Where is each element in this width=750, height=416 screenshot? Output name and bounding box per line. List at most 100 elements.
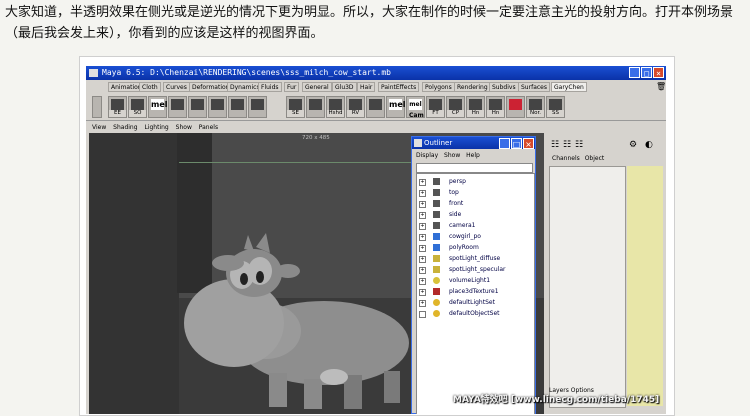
- outliner-item-camera1[interactable]: + camera1: [417, 220, 534, 231]
- outliner-window: Outliner _ □ × Display Show Help + persp + t…: [411, 136, 536, 414]
- viewport-menu-lighting[interactable]: Lighting: [144, 124, 168, 131]
- outliner-item-side[interactable]: + side: [417, 209, 534, 220]
- outliner-minimize-button[interactable]: _: [499, 138, 510, 149]
- outliner-item-place3dtexture1[interactable]: + place3dTexture1: [417, 286, 534, 297]
- set-icon: [433, 310, 440, 317]
- shelf-button-hn-2[interactable]: Hn: [486, 96, 505, 118]
- shelf-button-nor[interactable]: Nor.: [526, 96, 545, 118]
- camera-icon: [433, 211, 440, 218]
- channel-menu-channels[interactable]: Channels: [552, 155, 580, 162]
- shelf-button-20[interactable]: [506, 96, 525, 118]
- outliner-item-cowgirl-po[interactable]: + cowgirl_po: [417, 231, 534, 242]
- outliner-titlebar: Outliner _ □ ×: [412, 137, 535, 149]
- shelf-button-6[interactable]: [208, 96, 227, 118]
- spotlight-icon: [433, 255, 440, 262]
- viewport-menu-shading[interactable]: Shading: [113, 124, 137, 131]
- resolution-gate-label: 720 x 485: [302, 135, 330, 141]
- outliner-maximize-button[interactable]: □: [511, 138, 522, 149]
- shelf-button-rv[interactable]: RV: [346, 96, 365, 118]
- viewport-menu: View Shading Lighting Show Panels: [89, 123, 544, 133]
- set-icon: [433, 299, 440, 306]
- shelf-button-cp[interactable]: CP: [446, 96, 465, 118]
- mesh-icon: [433, 244, 440, 251]
- shelf-button-8[interactable]: [248, 96, 267, 118]
- outliner-list: + persp + top + front + side + camera1 + cowgi…: [416, 173, 535, 414]
- shelf-tab-polygons[interactable]: Polygons: [422, 82, 455, 92]
- shelf-icons: EE SO mel SE Hshd RV mel mel Cam FT CP H…: [86, 94, 666, 121]
- outliner-menu-display[interactable]: Display: [416, 152, 438, 159]
- shelf-button-4[interactable]: [168, 96, 187, 118]
- outliner-menu-help[interactable]: Help: [466, 152, 480, 159]
- shelf-button-7[interactable]: [228, 96, 247, 118]
- close-button[interactable]: ×: [653, 67, 664, 78]
- maya-window: Maya 6.5: D:\Chenzai\RENDERING\scenes\ss…: [86, 66, 666, 414]
- shelf-button-ss[interactable]: SS: [546, 96, 565, 118]
- shelf-tab-curves[interactable]: Curves: [163, 82, 190, 92]
- channel-box-menu: Channels Object: [549, 154, 666, 164]
- shelf-button-hshd[interactable]: Hshd: [326, 96, 345, 118]
- maximize-button[interactable]: □: [641, 67, 652, 78]
- shelf-tab-fur[interactable]: Fur: [284, 82, 300, 92]
- spotlight-icon: [433, 266, 440, 273]
- shelf-button-hn[interactable]: Hn: [466, 96, 485, 118]
- viewport-menu-view[interactable]: View: [92, 124, 106, 131]
- channel-box: ☷ ☷ ☷ ⚙ ◐ Channels Object Layers Options: [549, 138, 666, 414]
- outliner-filter-field[interactable]: [416, 163, 533, 173]
- camera-icon: [433, 200, 440, 207]
- trash-icon[interactable]: 🗑: [654, 82, 666, 92]
- camera-icon: [433, 222, 440, 229]
- shelf-button-13[interactable]: [366, 96, 385, 118]
- shelf-tab-general[interactable]: General: [302, 82, 332, 92]
- minimize-button[interactable]: _: [629, 67, 640, 78]
- shelf-tab-deformation[interactable]: Deformation: [189, 82, 233, 92]
- mesh-icon: [433, 233, 440, 240]
- outliner-menu-show[interactable]: Show: [444, 152, 460, 159]
- shelf-tab-garychen[interactable]: GaryChen: [551, 82, 587, 92]
- shelf-tab-surfaces[interactable]: Surfaces: [518, 82, 550, 92]
- layout-icon-3[interactable]: ☷: [575, 140, 583, 150]
- outliner-close-button[interactable]: ×: [523, 138, 534, 149]
- outliner-item-defaultlightset[interactable]: + defaultLightSet: [417, 297, 534, 308]
- outliner-item-spotlight-diffuse[interactable]: + spotLight_diffuse: [417, 253, 534, 264]
- shelf-button-se[interactable]: SE: [286, 96, 305, 118]
- shelf-button-ft[interactable]: FT: [426, 96, 445, 118]
- outliner-item-spotlight-specular[interactable]: + spotLight_specular: [417, 264, 534, 275]
- shelf-button-mel-2[interactable]: mel: [386, 96, 406, 118]
- attribute-editor-icon[interactable]: ⚙: [629, 140, 637, 150]
- window-title: Maya 6.5: D:\Chenzai\RENDERING\scenes\ss…: [102, 68, 391, 77]
- tool-settings-icon[interactable]: ◐: [645, 140, 653, 150]
- shelf-button-ee[interactable]: EE: [108, 96, 127, 118]
- outliner-item-defaultobjectset[interactable]: defaultObjectSet: [417, 308, 534, 319]
- camera-icon: [433, 178, 440, 185]
- outliner-item-persp[interactable]: + persp: [417, 176, 534, 187]
- shelf-button-mel[interactable]: mel: [148, 96, 168, 118]
- shelf-button-5[interactable]: [188, 96, 207, 118]
- outliner-item-front[interactable]: + front: [417, 198, 534, 209]
- shelf-menu-arrow-icon[interactable]: [92, 96, 102, 118]
- channel-menu-object[interactable]: Object: [585, 155, 605, 162]
- shelf-tab-glu3d[interactable]: Glu3D: [332, 82, 357, 92]
- layout-icon-2[interactable]: ☷: [563, 140, 571, 150]
- layout-icon[interactable]: ☷: [551, 140, 559, 150]
- shelf-tab-hair[interactable]: Hair: [357, 82, 376, 92]
- shelf-tabs: Animation Cloth Curves Deformation Dynam…: [86, 81, 666, 93]
- shelf-button-10[interactable]: [306, 96, 325, 118]
- texture-icon: [433, 288, 440, 295]
- shelf-tab-cloth[interactable]: Cloth: [139, 82, 161, 92]
- shelf-tab-fluids[interactable]: Fluids: [258, 82, 282, 92]
- shelf-button-mel-cam[interactable]: mel Cam: [406, 96, 425, 119]
- shelf-tab-painteffects[interactable]: PaintEffects: [378, 82, 420, 92]
- channel-box-side-panel: [627, 166, 663, 406]
- cow-model: [184, 233, 409, 409]
- shelf-tab-subdivs[interactable]: Subdivs: [489, 82, 519, 92]
- shelf-tab-rendering[interactable]: Rendering: [454, 82, 491, 92]
- viewport-menu-show[interactable]: Show: [176, 124, 192, 131]
- outliner-item-polyroom[interactable]: + polyRoom: [417, 242, 534, 253]
- camera-icon: [433, 189, 440, 196]
- viewport-menu-panels[interactable]: Panels: [199, 124, 218, 131]
- outliner-icon: [414, 139, 422, 147]
- outliner-item-volumelight1[interactable]: + volumeLight1: [417, 275, 534, 286]
- maya-app-icon: [89, 69, 98, 77]
- shelf-button-so[interactable]: SO: [128, 96, 147, 118]
- outliner-item-top[interactable]: + top: [417, 187, 534, 198]
